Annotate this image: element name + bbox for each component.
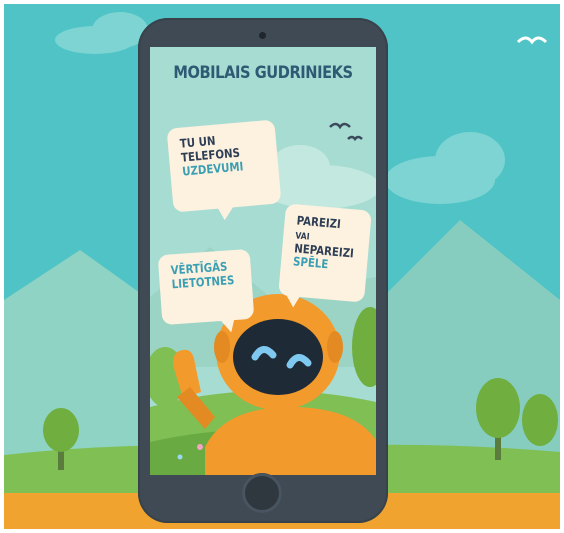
camera-icon [259, 32, 266, 39]
app-scene: MOBILAIS GUDRINIEKS TU UN TELEFONS UZDEV… [0, 0, 564, 533]
menu-item-phone-tasks[interactable]: TU UN TELEFONS UZDEVUMI [166, 119, 282, 221]
menu-item-title-part: PAREIZI [296, 213, 342, 232]
bubble-tail [217, 206, 235, 221]
app-screen: MOBILAIS GUDRINIEKS TU UN TELEFONS UZDEV… [150, 47, 376, 475]
home-button-icon[interactable] [242, 473, 282, 513]
bubble-tail [285, 294, 301, 308]
phone-device: MOBILAIS GUDRINIEKS TU UN TELEFONS UZDEV… [138, 18, 388, 523]
menu-item-true-false-game[interactable]: PAREIZI VAI NEPAREIZI SPĒLE [278, 203, 372, 308]
bubble-tail [220, 319, 236, 334]
menu-item-title-part: LIETOTNES [171, 272, 235, 292]
menu-item-useful-apps[interactable]: VĒRTĪGĀS LIETOTNES [157, 248, 255, 334]
app-title: MOBILAIS GUDRINIEKS [173, 63, 353, 83]
